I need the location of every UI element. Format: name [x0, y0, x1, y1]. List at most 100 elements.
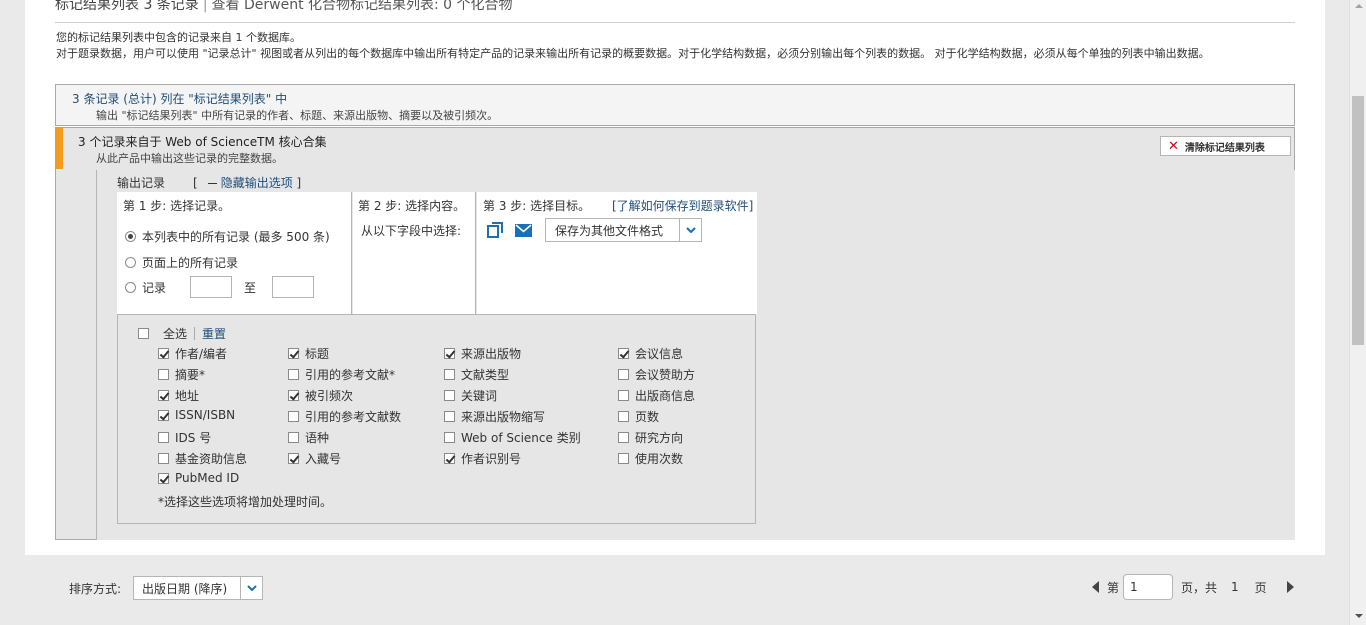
radio-all-records-label: 本列表中的所有记录 (最多 500 条): [142, 230, 330, 244]
checkbox[interactable]: [158, 432, 169, 443]
field-option[interactable]: 作者/编者: [158, 345, 227, 362]
field-option[interactable]: PubMed ID: [158, 471, 239, 485]
scroll-up-arrow[interactable]: [1355, 4, 1363, 8]
checkbox[interactable]: [158, 453, 169, 464]
field-option[interactable]: 来源出版物: [444, 345, 521, 362]
vertical-scrollbar[interactable]: [1349, 0, 1366, 625]
checkbox-checked[interactable]: [158, 409, 169, 421]
learn-save-bibliographic-link[interactable]: [了解如何保存到题录软件]: [612, 197, 753, 214]
checkbox[interactable]: [618, 390, 629, 401]
field-option-label: 出版商信息: [635, 389, 696, 403]
field-option[interactable]: 标题: [288, 345, 329, 362]
checkbox[interactable]: [618, 411, 629, 422]
scroll-down-arrow[interactable]: [1355, 614, 1363, 618]
radio-record-range[interactable]: 记录 至: [125, 276, 315, 298]
checkbox[interactable]: [618, 369, 629, 380]
checkbox[interactable]: [288, 432, 299, 443]
derwent-compounds-link[interactable]: 查看 Derwent 化合物标记结果列表: 0 个化合物: [212, 0, 513, 13]
field-option-label: 来源出版物: [461, 347, 522, 361]
fields-selection-box: 全选 重置 作者/编者 标题 来源出版物 会议信息摘要* 引用的参考文献* 文献类型 会议赞…: [117, 314, 756, 524]
radio-button-selected[interactable]: [125, 231, 136, 242]
checkbox[interactable]: [444, 432, 455, 443]
scrollbar-thumb[interactable]: [1352, 96, 1364, 345]
save-format-select[interactable]: 保存为其他文件格式: [545, 218, 702, 242]
field-option[interactable]: 研究方向: [618, 429, 683, 446]
range-to-label: 至: [244, 280, 257, 295]
checkbox[interactable]: [444, 369, 455, 380]
field-option[interactable]: 出版商信息: [618, 387, 695, 404]
field-option[interactable]: ISSN/ISBN: [158, 408, 235, 422]
reset-link[interactable]: 重置: [202, 325, 226, 342]
checkbox-checked[interactable]: [158, 472, 169, 484]
field-option-label: 入藏号: [305, 452, 342, 466]
field-option[interactable]: 摘要*: [158, 366, 205, 383]
range-from-input[interactable]: [190, 276, 233, 298]
print-icon[interactable]: [487, 222, 503, 238]
field-option[interactable]: 会议赞助方: [618, 366, 695, 383]
field-option[interactable]: 入藏号: [288, 450, 341, 467]
field-option[interactable]: 使用次数: [618, 450, 683, 467]
checkbox[interactable]: [288, 411, 299, 422]
wos-section-subtitle: 从此产品中输出这些记录的完整数据。: [96, 152, 283, 165]
sort-by-label: 排序方式:: [69, 582, 122, 596]
checkbox[interactable]: [444, 390, 455, 401]
field-option-label: PubMed ID: [175, 471, 240, 485]
checkbox[interactable]: [288, 369, 299, 380]
field-option[interactable]: 文献类型: [444, 366, 509, 383]
page-number-input[interactable]: 1: [1123, 574, 1174, 600]
output-records-label: 输出记录: [117, 176, 166, 190]
field-option-label: 标题: [305, 347, 330, 361]
page-title: 标记结果列表 3 条记录 | 查看 Derwent 化合物标记结果列表: 0 个化合…: [55, 0, 1295, 23]
radio-button[interactable]: [125, 257, 136, 268]
radio-all-records[interactable]: 本列表中的所有记录 (最多 500 条): [125, 228, 330, 245]
field-option[interactable]: 引用的参考文献*: [288, 366, 395, 383]
radio-page-records[interactable]: 页面上的所有记录: [125, 254, 238, 271]
field-option[interactable]: 会议信息: [618, 345, 683, 362]
hide-output-options[interactable]: [隐藏输出选项 ]: [193, 174, 301, 191]
field-option[interactable]: 页数: [618, 408, 659, 425]
field-option[interactable]: 语种: [288, 429, 329, 446]
checkbox[interactable]: [444, 411, 455, 422]
field-option[interactable]: 被引频次: [288, 387, 353, 404]
field-option[interactable]: 作者识别号: [444, 450, 521, 467]
clear-marked-list-button[interactable]: ✕ 清除标记结果列表: [1160, 136, 1291, 156]
summary-section[interactable]: 3 条记录 (总计) 列在 "标记结果列表" 中 输出 "标记结果列表" 中所有…: [55, 84, 1295, 126]
checkbox-checked[interactable]: [288, 390, 299, 401]
previous-page-icon[interactable]: [1092, 581, 1099, 593]
field-option[interactable]: 来源出版物缩写: [444, 408, 545, 425]
field-option[interactable]: 地址: [158, 387, 199, 404]
save-format-value: 保存为其他文件格式: [555, 223, 664, 238]
bracket-close: ]: [296, 176, 302, 190]
chevron-down-icon[interactable]: [679, 219, 701, 241]
field-option[interactable]: 基金资助信息: [158, 450, 247, 467]
select-all-label[interactable]: 全选: [163, 325, 187, 342]
checkbox-checked[interactable]: [444, 453, 455, 464]
checkbox-checked[interactable]: [158, 390, 169, 401]
checkbox-checked[interactable]: [444, 348, 455, 359]
summary-title-link[interactable]: 3 条记录 (总计) 列在 "标记结果列表" 中: [72, 90, 287, 107]
email-icon[interactable]: [515, 224, 532, 237]
step-3-panel: 第 3 步: 选择目标。 [了解如何保存到题录软件] 保存为其他文件格式: [477, 192, 757, 315]
chevron-down-icon[interactable]: [240, 577, 262, 599]
field-option[interactable]: 引用的参考文献数: [288, 408, 401, 425]
checkbox-checked[interactable]: [288, 348, 299, 359]
checkbox-checked[interactable]: [288, 453, 299, 464]
checkbox[interactable]: [618, 432, 629, 443]
checkbox[interactable]: [158, 369, 169, 380]
select-all-checkbox[interactable]: [138, 328, 149, 339]
checkbox[interactable]: [618, 453, 629, 464]
field-option-label: 作者/编者: [175, 347, 228, 361]
radio-button[interactable]: [125, 281, 136, 293]
page-total: 1: [1231, 580, 1239, 594]
checkbox-checked[interactable]: [158, 348, 169, 359]
field-option[interactable]: IDS 号: [158, 429, 211, 446]
step-1-panel: 第 1 步: 选择记录。 本列表中的所有记录 (最多 500 条) 页面上的所有…: [117, 192, 352, 315]
checkbox-checked[interactable]: [618, 348, 629, 359]
field-option[interactable]: Web of Science 类别: [444, 429, 581, 446]
hide-output-options-link[interactable]: 隐藏输出选项: [221, 176, 293, 190]
range-to-input[interactable]: [272, 276, 315, 298]
next-page-icon[interactable]: [1286, 581, 1294, 593]
field-option[interactable]: 关键词: [444, 387, 497, 404]
radio-page-records-label: 页面上的所有记录: [142, 256, 239, 270]
sort-order-select[interactable]: 出版日期 (降序): [133, 576, 263, 600]
